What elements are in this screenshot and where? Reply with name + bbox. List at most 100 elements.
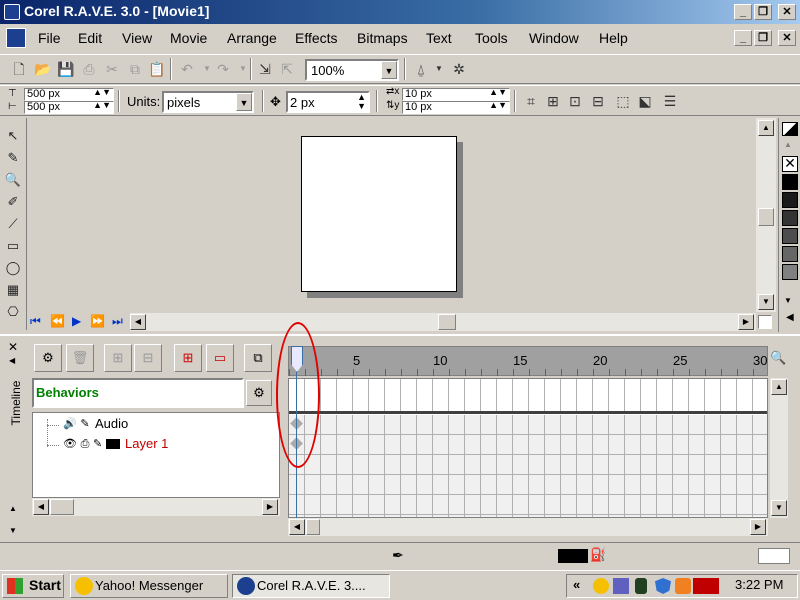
new-icon[interactable]: 🗋 (8, 58, 30, 80)
paste-icon[interactable]: 📋 (146, 58, 168, 80)
tray-ati-icon[interactable] (693, 578, 719, 594)
cut-icon[interactable]: ✂ (101, 58, 123, 80)
zoom-tool-icon[interactable]: 🔍 (3, 170, 23, 190)
next-frame-icon[interactable]: ⏩ (90, 314, 105, 328)
smart-fill-tool-icon[interactable]: ⟋ (3, 214, 23, 234)
edit-across-layers-icon[interactable]: ⬕ (634, 90, 656, 112)
snap-objects-icon[interactable]: ⊡ (564, 90, 586, 112)
frame-grid[interactable] (288, 378, 768, 518)
scroll-up-icon[interactable]: ▲ (758, 120, 774, 136)
timeline-hscrollbar[interactable]: ◀ ▶ (288, 518, 768, 536)
scroll-right-icon[interactable]: ▶ (750, 519, 766, 535)
menu-view[interactable]: View (122, 30, 152, 46)
previous-frame-icon[interactable]: ⏪ (50, 314, 65, 328)
height-field[interactable]: 500 px ▲▼ (24, 100, 114, 114)
rectangle-tool-icon[interactable]: ▭ (3, 236, 23, 256)
document-icon[interactable] (6, 28, 26, 48)
close-icon[interactable]: ✕ (8, 340, 18, 354)
doc-restore-button[interactable]: ❐ (754, 30, 772, 46)
docker-down-icon[interactable]: ▼ (9, 526, 17, 535)
timeline-tab[interactable]: Timeline (9, 373, 23, 433)
options-icon[interactable]: ☰ (659, 90, 681, 112)
nudge-field[interactable]: 2 px ▲ ▼ (286, 91, 370, 113)
palette-up-icon[interactable]: ▲ (784, 140, 792, 149)
remove-keyframe-icon[interactable]: ▭ (206, 344, 234, 372)
pick-tool-icon[interactable]: ↖ (3, 126, 23, 146)
chevron-down-icon[interactable]: ▼ (236, 93, 252, 111)
timeline-vscrollbar[interactable]: ▲ ▼ (770, 378, 788, 518)
snap-guidelines-icon[interactable]: ⊞ (542, 90, 564, 112)
delete-layer-icon[interactable]: 🗑 (66, 344, 94, 372)
zoom-combo[interactable]: 100% ▼ (305, 59, 399, 81)
spin-icon[interactable]: ▲▼ (93, 87, 111, 97)
pencil-icon[interactable]: ✎ (93, 438, 102, 450)
shape-tool-icon[interactable]: ✎ (3, 148, 23, 168)
scroll-left-icon[interactable]: ◀ (33, 499, 49, 515)
units-combo[interactable]: pixels ▼ (162, 91, 254, 113)
tray-yahoo-icon[interactable] (593, 578, 609, 594)
menu-file[interactable]: File (38, 30, 61, 46)
menu-bitmaps[interactable]: Bitmaps (357, 30, 408, 46)
layers-hscrollbar[interactable]: ◀ ▶ (32, 498, 280, 516)
layer-row-layer1[interactable]: 👁 ⎙ ✎ Layer 1 (63, 435, 263, 455)
color-swatch[interactable] (782, 246, 798, 262)
menu-text[interactable]: Text (426, 30, 452, 46)
first-frame-icon[interactable]: ⏮ (30, 314, 41, 329)
speaker-icon[interactable]: 🔊 (63, 418, 77, 430)
canvas-vertical-scrollbar[interactable]: ▲ ▼ (756, 118, 776, 312)
layer-properties-icon[interactable]: ⚙ (34, 344, 62, 372)
task-corel-rave[interactable]: Corel R.A.V.E. 3.... (232, 574, 390, 598)
task-yahoo-messenger[interactable]: Yahoo! Messenger (70, 574, 228, 598)
color-swatch[interactable] (782, 264, 798, 280)
horizontal-scroll-thumb[interactable] (438, 314, 456, 330)
export-icon[interactable]: ⇱ (276, 58, 298, 80)
insert-keyframe-icon[interactable]: ⊞ (174, 344, 202, 372)
zoom-timeline-icon[interactable]: 🔍 (770, 350, 786, 366)
frame-ruler[interactable]: 1 5 10 15 20 25 30 (288, 346, 769, 376)
tray-network-icon[interactable] (613, 578, 629, 594)
fill-bucket-icon[interactable]: ⛽ (590, 547, 606, 563)
snap-grid-icon[interactable]: ⌗ (520, 90, 542, 112)
color-swatch[interactable] (782, 174, 798, 190)
palette-options-icon[interactable] (782, 122, 798, 136)
menu-effects[interactable]: Effects (295, 30, 338, 46)
dynamic-guides-icon[interactable]: ⊟ (587, 90, 609, 112)
behaviors-button[interactable]: ⚙ (246, 380, 272, 406)
scroll-left-icon[interactable]: ◀ (289, 519, 305, 535)
delete-frame-icon[interactable]: ⊟ (134, 344, 162, 372)
scroll-down-icon[interactable]: ▼ (771, 500, 787, 516)
start-button[interactable]: Start (2, 574, 64, 598)
menu-movie[interactable]: Movie (170, 30, 207, 46)
no-fill-swatch[interactable]: ✕ (782, 156, 798, 172)
menu-arrange[interactable]: Arrange (227, 30, 277, 46)
layer-frames[interactable] (289, 415, 767, 517)
minimize-button[interactable]: _ (734, 4, 752, 20)
scroll-thumb[interactable] (758, 208, 774, 226)
tray-app-icon[interactable] (675, 578, 691, 594)
open-icon[interactable]: 📂 (32, 58, 54, 80)
menu-window[interactable]: Window (529, 30, 579, 46)
corel-online-icon[interactable]: ✲ (448, 58, 470, 80)
scroll-left-icon[interactable]: ◀ (130, 314, 146, 330)
pencil-icon[interactable]: ✎ (80, 418, 89, 430)
doc-close-button[interactable]: ✕ (778, 30, 796, 46)
insert-frame-icon[interactable]: ⊞ (104, 344, 132, 372)
scroll-right-icon[interactable]: ▶ (262, 499, 278, 515)
ellipse-tool-icon[interactable]: ◯ (3, 258, 23, 278)
tween-icon[interactable]: ⧉ (244, 344, 272, 372)
color-swatch[interactable] (782, 210, 798, 226)
tray-traffic-light-icon[interactable] (635, 578, 647, 594)
graph-paper-tool-icon[interactable]: ▦ (3, 280, 23, 300)
behavior-frames[interactable] (289, 379, 767, 411)
undo-icon[interactable]: ↶ (176, 58, 198, 80)
last-frame-icon[interactable]: ⏭ (112, 314, 123, 329)
palette-down-icon[interactable]: ▼ (784, 296, 792, 305)
spin-icon[interactable]: ▲▼ (93, 100, 111, 110)
basic-shapes-tool-icon[interactable]: ⎔ (3, 302, 23, 322)
scroll-thumb[interactable] (306, 519, 320, 535)
scroll-thumb[interactable] (50, 499, 74, 515)
tray-expand-icon[interactable]: « (573, 577, 580, 592)
behaviors-field[interactable]: Behaviors (32, 378, 244, 408)
treat-as-filled-icon[interactable]: ⬚ (612, 90, 634, 112)
copy-icon[interactable]: ⧉ (124, 58, 146, 80)
